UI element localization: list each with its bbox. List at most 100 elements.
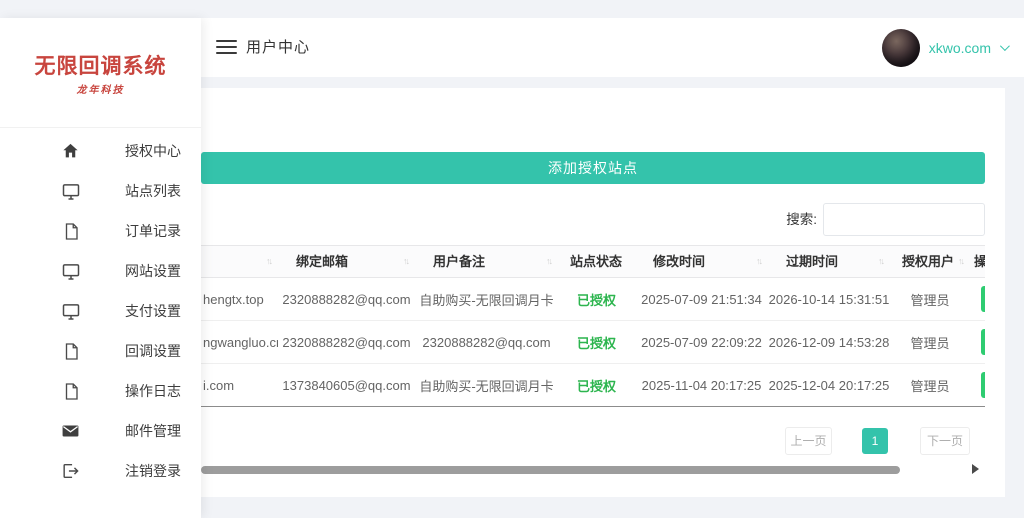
brand-subtitle: 龙年科技 bbox=[0, 81, 201, 96]
sidebar-item-label: 回调设置 bbox=[125, 331, 181, 371]
sidebar-item-label: 授权中心 bbox=[125, 131, 181, 171]
cell-auth-user: 管理员 bbox=[890, 333, 970, 352]
cell-domain: hengtx.top bbox=[201, 292, 278, 307]
sidebar-item-mail-manage[interactable]: 邮件管理 bbox=[0, 411, 201, 451]
status-badge: 已授权 bbox=[558, 333, 635, 352]
scrollbar-thumb[interactable] bbox=[201, 466, 900, 474]
file-icon bbox=[60, 381, 81, 402]
cell-auth-user: 管理员 bbox=[890, 290, 970, 309]
table-row: hengtx.top 2320888282@qq.com 自助购买-无限回调月卡… bbox=[201, 278, 985, 321]
sort-icons[interactable]: ↑↓ bbox=[878, 246, 883, 277]
column-label: 过期时间 bbox=[786, 254, 838, 269]
sidebar-item-site-list[interactable]: 站点列表 bbox=[0, 171, 201, 211]
column-label: 绑定邮箱 bbox=[296, 254, 348, 269]
status-badge: 已授权 bbox=[558, 290, 635, 309]
logout-icon bbox=[60, 461, 81, 482]
scrollbar-right-arrow-icon[interactable] bbox=[972, 464, 979, 474]
chevron-down-icon bbox=[1000, 41, 1010, 51]
sidebar-item-label: 邮件管理 bbox=[125, 411, 181, 451]
row-action-button[interactable] bbox=[981, 286, 985, 312]
cell-email: 1373840605@qq.com bbox=[278, 378, 415, 393]
sidebar-item-label: 网站设置 bbox=[125, 251, 181, 291]
sidebar-item-label: 注销登录 bbox=[125, 451, 181, 491]
table-row: i.com 1373840605@qq.com 自助购买-无限回调月卡 已授权 … bbox=[201, 364, 985, 407]
sidebar-item-logout[interactable]: 注销登录 bbox=[0, 451, 201, 491]
sidebar-item-callback-settings[interactable]: 回调设置 bbox=[0, 331, 201, 371]
sort-icons[interactable]: ↑↓ bbox=[266, 246, 271, 277]
sort-icons[interactable]: ↑↓ bbox=[403, 246, 408, 277]
cell-expire-time: 2025-12-04 20:17:25 bbox=[768, 378, 890, 393]
sidebar-item-order-log[interactable]: 订单记录 bbox=[0, 211, 201, 251]
column-header-auth-user[interactable]: 授权用户 ↑↓ bbox=[890, 246, 970, 277]
pagination-prev-button[interactable]: 上一页 bbox=[785, 427, 832, 455]
column-label: 操作 bbox=[974, 254, 985, 269]
file-icon bbox=[60, 341, 81, 362]
sidebar-item-payment-settings[interactable]: 支付设置 bbox=[0, 291, 201, 331]
cell-expire-time: 2026-10-14 15:31:51 bbox=[768, 292, 890, 307]
column-header-modified[interactable]: 修改时间 ↑↓ bbox=[635, 246, 768, 277]
column-label: 用户备注 bbox=[433, 254, 485, 269]
sort-icons[interactable]: ↑↓ bbox=[756, 246, 761, 277]
divider bbox=[0, 127, 201, 128]
row-action-button[interactable] bbox=[981, 372, 985, 398]
sidebar-item-label: 操作日志 bbox=[125, 371, 181, 411]
pagination-next-button[interactable]: 下一页 bbox=[920, 427, 970, 455]
cell-remark: 自助购买-无限回调月卡 bbox=[415, 376, 558, 395]
cell-domain: i.com bbox=[201, 378, 278, 393]
monitor-icon bbox=[60, 261, 81, 282]
file-icon bbox=[60, 221, 81, 242]
column-label: 修改时间 bbox=[653, 254, 705, 269]
add-auth-site-button[interactable]: 添加授权站点 bbox=[201, 152, 985, 184]
cell-actions bbox=[970, 329, 985, 355]
content-card: 添加授权站点 搜索: ↑↓ 绑定邮箱 ↑↓ 用户备注 ↑↓ 站点状态 修改时间 … bbox=[201, 88, 1005, 497]
page-title: 用户中心 bbox=[246, 18, 310, 77]
mail-icon bbox=[60, 421, 81, 442]
cell-email: 2320888282@qq.com bbox=[278, 335, 415, 350]
sidebar-item-website-settings[interactable]: 网站设置 bbox=[0, 251, 201, 291]
cell-email: 2320888282@qq.com bbox=[278, 292, 415, 307]
row-action-button[interactable] bbox=[981, 329, 985, 355]
search-label: 搜索: bbox=[737, 203, 817, 237]
column-header-actions[interactable]: 操作 bbox=[970, 246, 985, 277]
cell-auth-user: 管理员 bbox=[890, 376, 970, 395]
username: xkwo.com bbox=[929, 40, 991, 56]
cell-modified-time: 2025-07-09 21:51:34 bbox=[635, 292, 768, 307]
cell-remark: 2320888282@qq.com bbox=[415, 335, 558, 350]
cell-expire-time: 2026-12-09 14:53:28 bbox=[768, 335, 890, 350]
column-label: 授权用户 bbox=[902, 254, 954, 269]
hamburger-menu-icon[interactable] bbox=[216, 40, 237, 54]
column-label: 站点状态 bbox=[570, 254, 622, 269]
sidebar-item-label: 订单记录 bbox=[125, 211, 181, 251]
cell-modified-time: 2025-07-09 22:09:22 bbox=[635, 335, 768, 350]
cell-remark: 自助购买-无限回调月卡 bbox=[415, 290, 558, 309]
sort-icons[interactable]: ↑↓ bbox=[546, 246, 551, 277]
sidebar-item-label: 站点列表 bbox=[125, 171, 181, 211]
sidebar-item-operation-log[interactable]: 操作日志 bbox=[0, 371, 201, 411]
pagination-current-page[interactable]: 1 bbox=[862, 428, 888, 454]
cell-modified-time: 2025-11-04 20:17:25 bbox=[635, 378, 768, 393]
status-badge: 已授权 bbox=[558, 376, 635, 395]
column-header-expires[interactable]: 过期时间 ↑↓ bbox=[768, 246, 890, 277]
monitor-icon bbox=[60, 181, 81, 202]
monitor-icon bbox=[60, 301, 81, 322]
user-menu[interactable]: xkwo.com bbox=[882, 18, 1007, 77]
sidebar: 无限回调系统 龙年科技 授权中心 站点列表 订单记录 网站设置 支付设置 bbox=[0, 18, 201, 518]
cell-actions bbox=[970, 372, 985, 398]
column-header-status[interactable]: 站点状态 bbox=[558, 246, 635, 277]
search-input[interactable] bbox=[823, 203, 985, 236]
column-header-email[interactable]: 绑定邮箱 ↑↓ bbox=[278, 246, 415, 277]
home-icon bbox=[60, 141, 81, 162]
column-header-domain[interactable]: ↑↓ bbox=[201, 246, 278, 277]
table-header-row: ↑↓ 绑定邮箱 ↑↓ 用户备注 ↑↓ 站点状态 修改时间 ↑↓ 过期时间 ↑↓ bbox=[201, 245, 985, 278]
column-header-remark[interactable]: 用户备注 ↑↓ bbox=[415, 246, 558, 277]
horizontal-scrollbar[interactable] bbox=[201, 466, 985, 474]
cell-actions bbox=[970, 286, 985, 312]
sidebar-item-label: 支付设置 bbox=[125, 291, 181, 331]
auth-sites-table: ↑↓ 绑定邮箱 ↑↓ 用户备注 ↑↓ 站点状态 修改时间 ↑↓ 过期时间 ↑↓ bbox=[201, 245, 985, 407]
avatar[interactable] bbox=[882, 29, 920, 67]
sort-icons[interactable]: ↑↓ bbox=[958, 246, 963, 277]
table-row: ngwangluo.cn1 2320888282@qq.com 23208882… bbox=[201, 321, 985, 364]
brand-logo: 无限回调系统 bbox=[0, 50, 201, 80]
sidebar-item-auth-center[interactable]: 授权中心 bbox=[0, 131, 201, 171]
top-header: 用户中心 xkwo.com bbox=[201, 18, 1024, 77]
